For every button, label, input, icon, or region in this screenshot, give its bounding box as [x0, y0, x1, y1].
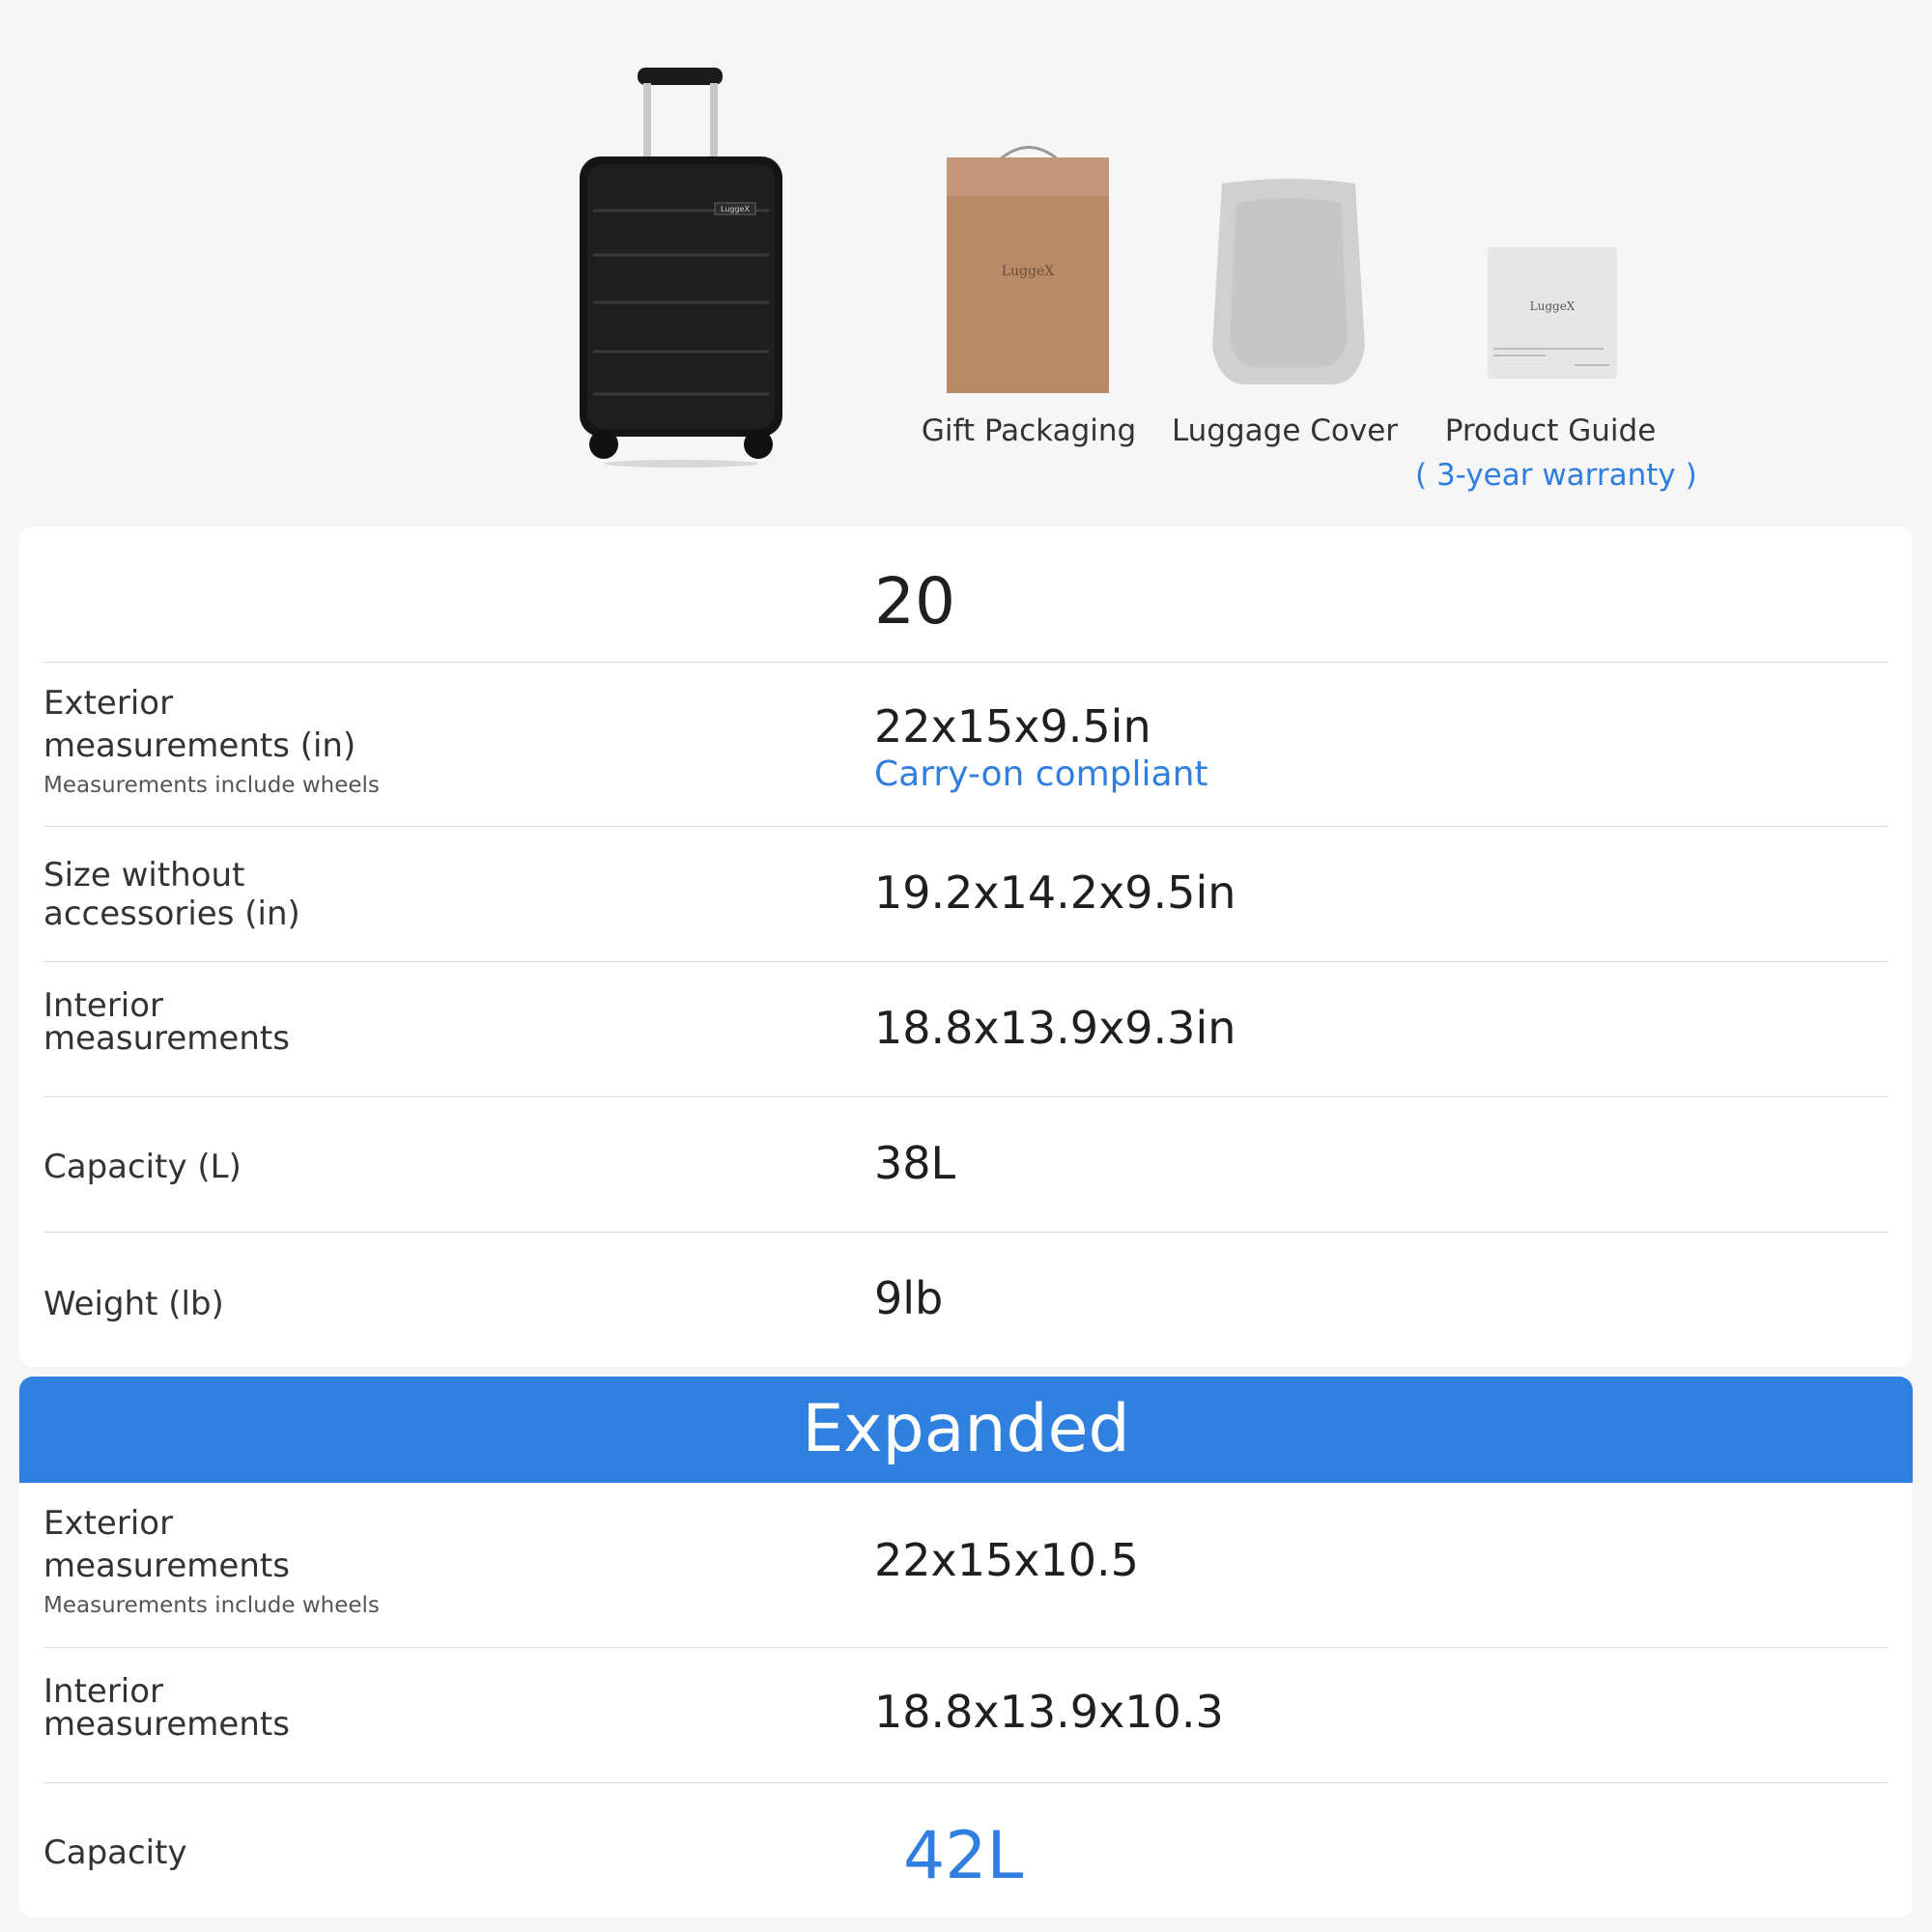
spec-label-note: Measurements include wheels — [43, 1593, 380, 1618]
spec-value: 18.8x13.9x10.3 — [874, 1686, 1224, 1738]
spec-value: 38L — [874, 1137, 956, 1189]
luggage-cover-label: Luggage Cover — [1171, 413, 1399, 448]
specs-card: 20 Exterior measurements (in) Measuremen… — [19, 526, 1913, 1367]
spec-label-text: Exterior measurements (in) — [43, 684, 356, 765]
spec-value: 9lb — [874, 1272, 944, 1324]
spec-value: 18.8x13.9x9.3in — [874, 1002, 1236, 1054]
product-guide-image: LuggeX — [1488, 247, 1617, 379]
product-guide-item: Product Guide ( 3-year warranty ) — [1415, 413, 1697, 493]
spec-value: 22x15x9.5in Carry-on compliant — [874, 699, 1208, 796]
spec-label-text: Exterior measurements — [43, 1504, 290, 1585]
suitcase-image: LuggeX — [580, 68, 782, 468]
accessories-section: LuggeX LuggeX LuggeX Gift Packaging Lugg… — [0, 0, 1932, 522]
spec-row-exterior: Exterior measurements (in) Measurements … — [43, 662, 1889, 827]
spec-label: Interior measurements — [43, 986, 290, 1058]
gift-logo: LuggeX — [1002, 264, 1055, 279]
expanded-row-exterior: Exterior measurements Measurements inclu… — [43, 1483, 1889, 1647]
expanded-row-interior: Interior measurements 18.8x13.9x10.3 — [43, 1647, 1889, 1783]
spec-row-weight: Weight (lb) 9lb — [43, 1232, 1889, 1368]
spec-label: Interior measurements — [43, 1672, 290, 1744]
spec-row-capacity: Capacity (L) 38L — [43, 1096, 1889, 1233]
spec-label: Exterior measurements (in) Measurements … — [43, 682, 391, 800]
expanded-row-capacity: Capacity 42L — [43, 1782, 1889, 1918]
spec-label: Capacity (L) — [43, 1148, 242, 1186]
warranty-label: ( 3-year warranty ) — [1415, 458, 1697, 493]
spec-label: Capacity — [43, 1833, 187, 1872]
carry-on-note: Carry-on compliant — [874, 754, 1208, 794]
expanded-banner: Expanded — [19, 1377, 1913, 1483]
luggage-cover-image — [1212, 179, 1365, 385]
spec-label: Size without accessories (in) — [43, 856, 300, 933]
size-header: 20 — [874, 564, 955, 639]
gift-packaging-image: LuggeX — [947, 146, 1109, 393]
luggage-cover-item: Luggage Cover — [1159, 413, 1410, 448]
expanded-card: Expanded Exterior measurements Measureme… — [19, 1377, 1913, 1918]
suitcase-logo: LuggeX — [721, 205, 750, 213]
spec-label: Exterior measurements Measurements inclu… — [43, 1502, 391, 1620]
spec-label: Weight (lb) — [43, 1285, 224, 1323]
gift-packaging-label: Gift Packaging — [921, 413, 1137, 448]
gift-packaging-item: Gift Packaging — [908, 413, 1150, 448]
spec-row-interior: Interior measurements 18.8x13.9x9.3in — [43, 961, 1889, 1097]
expanded-capacity-value: 42L — [903, 1818, 1024, 1894]
product-guide-label: Product Guide — [1444, 413, 1657, 448]
spec-value: 19.2x14.2x9.5in — [874, 867, 1236, 919]
spec-value: 22x15x10.5 — [874, 1534, 1139, 1586]
guide-logo: LuggeX — [1530, 299, 1576, 313]
size-header-row: 20 — [43, 526, 1889, 662]
spec-value-text: 22x15x9.5in — [874, 700, 1151, 753]
spec-row-size-without-accessories: Size without accessories (in) 19.2x14.2x… — [43, 826, 1889, 962]
spec-label-note: Measurements include wheels — [43, 773, 380, 798]
